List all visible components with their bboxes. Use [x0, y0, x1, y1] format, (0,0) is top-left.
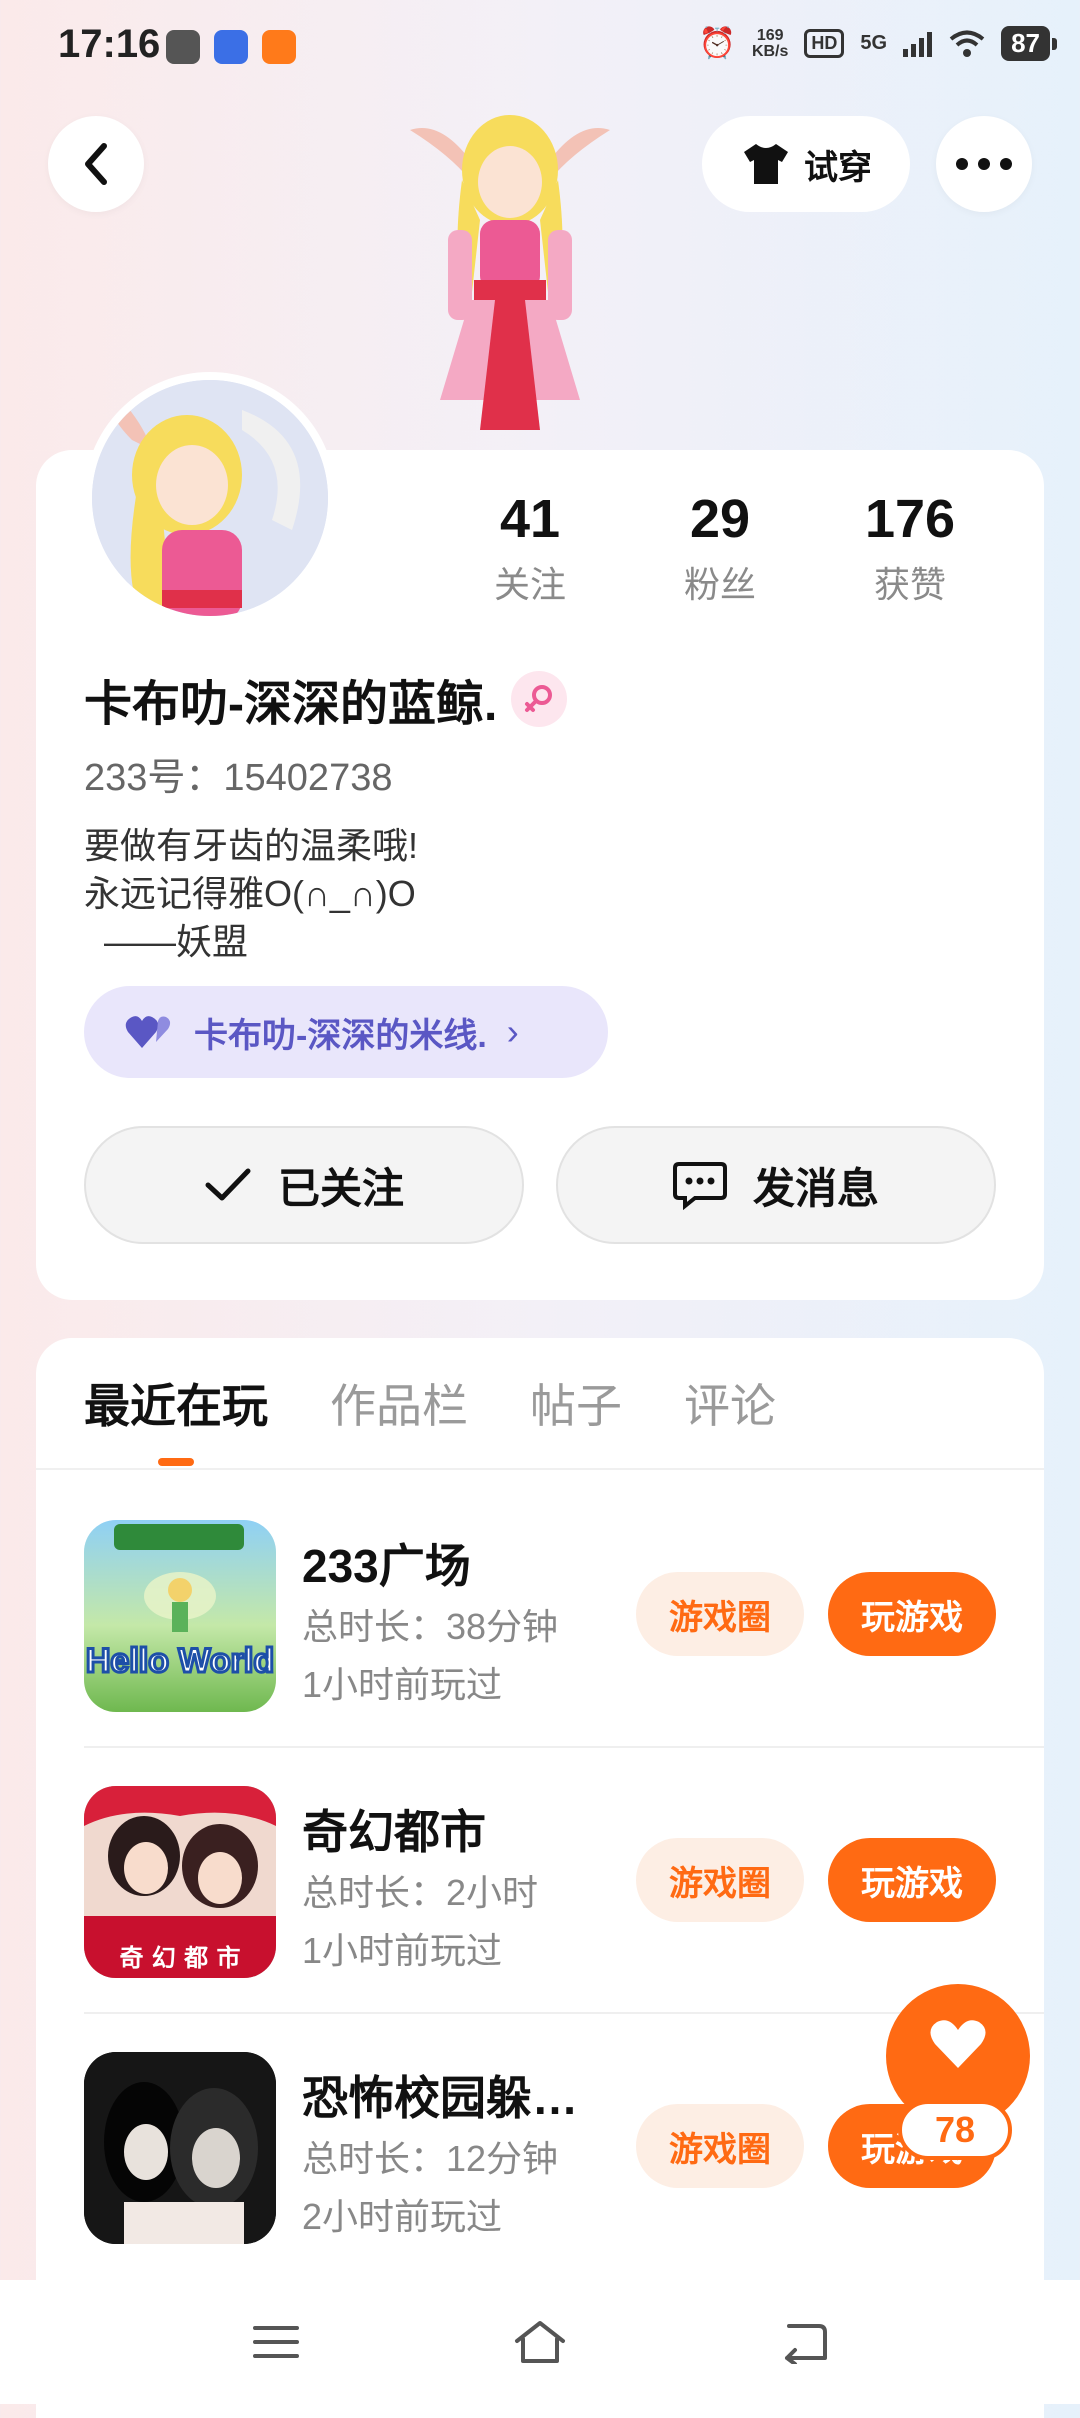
game-last-played: 1小时前玩过: [302, 1664, 503, 1705]
profile-actions: 已关注 发消息: [84, 1126, 996, 1244]
hd-badge: HD: [804, 29, 845, 58]
stat-fans[interactable]: 29 粉丝: [630, 488, 810, 608]
send-message-button[interactable]: 发消息: [556, 1126, 996, 1244]
game-name: 奇幻都市: [302, 1806, 486, 1858]
net-speed: 169 KB/s: [751, 26, 789, 60]
stat-following-count: 41: [499, 489, 561, 549]
more-options-button[interactable]: [936, 116, 1032, 212]
game-thumbnail: Hello World: [84, 1520, 276, 1712]
send-message-label: 发消息: [752, 1164, 879, 1212]
cp-link[interactable]: 卡布叻-深深的米线. ›: [84, 986, 608, 1078]
female-gender-icon: [511, 671, 568, 727]
game-last-played: 2小时前玩过: [302, 2196, 503, 2237]
app-notification-icon: [166, 30, 200, 64]
signal-icon: [903, 31, 933, 57]
username-row: 卡布叻-深深的蓝鲸.: [84, 664, 568, 734]
stat-likes[interactable]: 176 获赞: [820, 488, 1000, 608]
stat-fans-count: 29: [689, 489, 751, 549]
stat-following[interactable]: 41 关注: [440, 488, 620, 608]
back-button[interactable]: [48, 116, 144, 212]
stat-fans-label: 粉丝: [683, 564, 756, 605]
game-circle-button[interactable]: 游戏圈: [636, 2104, 804, 2188]
checkmark-icon: [205, 1168, 251, 1201]
game-duration: 总时长：38分钟: [302, 1606, 559, 1647]
followed-button[interactable]: 已关注: [84, 1126, 524, 1244]
avatar[interactable]: [84, 372, 336, 624]
chevron-right-icon: ›: [506, 1011, 519, 1052]
battery-indicator: 87: [1001, 26, 1057, 61]
avatar-image: [92, 380, 328, 616]
taobao-notification-icon: [262, 30, 296, 64]
back-nav-icon[interactable]: [779, 2320, 829, 2364]
status-time: 17:16: [58, 22, 161, 66]
home-icon[interactable]: [511, 2317, 569, 2367]
status-bar: 17:16 ⏰ 169 KB/s HD 5G 87: [0, 0, 1080, 95]
profile-stats: 41 关注 29 粉丝 176 获赞: [440, 488, 1000, 608]
try-on-label: 试穿: [804, 148, 872, 187]
play-game-button[interactable]: 玩游戏: [828, 1838, 996, 1922]
followed-label: 已关注: [277, 1164, 404, 1212]
play-game-button[interactable]: 玩游戏: [828, 1572, 996, 1656]
wifi-icon: [949, 30, 985, 57]
heart-pair-icon: [125, 1016, 171, 1048]
tab-comments[interactable]: 评论: [684, 1370, 776, 1466]
tab-works[interactable]: 作品栏: [330, 1370, 468, 1466]
tshirt-icon: [744, 144, 788, 184]
heart-icon: [930, 2020, 986, 2068]
stat-following-label: 关注: [493, 564, 566, 605]
game-thumbnail: [84, 2052, 276, 2244]
game-last-played: 1小时前玩过: [302, 1930, 503, 1971]
like-count: 78: [898, 2100, 1012, 2160]
game-duration: 总时长：12分钟: [302, 2138, 559, 2179]
profile-tabs: 最近在玩 作品栏 帖子 评论: [84, 1370, 776, 1466]
alarm-icon: ⏰: [698, 27, 736, 60]
game-circle-button[interactable]: 游戏圈: [636, 1838, 804, 1922]
user-id: 233号：15402738: [84, 757, 393, 799]
system-nav-bar: [0, 2280, 1080, 2404]
tab-recently-played[interactable]: 最近在玩: [84, 1370, 268, 1466]
game-duration: 总时长：2小时: [302, 1872, 539, 1913]
game-thumb-text: Hello World: [86, 1642, 274, 1680]
user-bio: 要做有牙齿的温柔哦! 永远记得雅O(∩_∩)O ——妖盟: [84, 825, 419, 962]
chat-bubble-icon: [672, 1162, 727, 1210]
game-thumbnail: 奇 幻 都 市: [84, 1786, 276, 1978]
baidu-notification-icon: [214, 30, 248, 64]
more-dots-icon: [956, 158, 1012, 170]
game-item[interactable]: 奇 幻 都 市 奇幻都市 总时长：2小时 1小时前玩过 游戏圈 玩游戏: [84, 1786, 1044, 2050]
tab-posts[interactable]: 帖子: [530, 1370, 622, 1466]
tab-divider: [36, 1468, 1044, 1470]
game-name: 233广场: [302, 1540, 471, 1592]
game-circle-button[interactable]: 游戏圈: [636, 1572, 804, 1656]
game-item[interactable]: Hello World 233广场 总时长：38分钟 1小时前玩过 游戏圈 玩游…: [84, 1520, 1044, 1784]
game-name: 恐怖校园躲…: [302, 2072, 578, 2124]
network-type: 5G: [860, 32, 888, 54]
back-arrow-icon: [85, 143, 107, 185]
stat-likes-label: 获赞: [873, 564, 946, 605]
try-on-button[interactable]: 试穿: [702, 116, 910, 212]
stat-likes-count: 176: [864, 489, 956, 549]
game-thumb-text: 奇 幻 都 市: [119, 1944, 240, 1972]
menu-icon[interactable]: [251, 2322, 301, 2362]
row-divider: [84, 1746, 1044, 1748]
cp-name: 卡布叻-深深的米线.: [194, 1016, 487, 1055]
username: 卡布叻-深深的蓝鲸.: [84, 678, 498, 731]
character-figure: [410, 115, 610, 430]
